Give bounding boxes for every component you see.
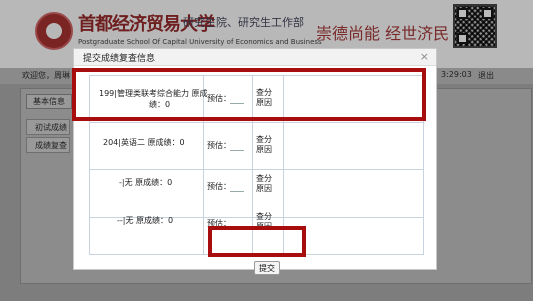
university-english-name: Postgraduate School Of Capital Universit…: [78, 38, 322, 46]
clock-text: 3:29:03: [441, 70, 472, 79]
estimate-input[interactable]: [230, 150, 244, 151]
department-name: 研究生院、研究生工作部: [183, 16, 304, 29]
dialog-header: 提交成绩复查信息 ×: [74, 49, 436, 66]
review-reason-label: 查分: [256, 174, 272, 183]
reason-input[interactable]: [285, 126, 421, 166]
course-cell: -|无 原成绩：0: [119, 178, 173, 187]
logout-link[interactable]: 退出: [478, 70, 494, 81]
university-logo: [35, 12, 73, 50]
tab-basic-info[interactable]: 基本信息: [26, 94, 72, 109]
review-reason-label-cont: 原因: [256, 145, 272, 154]
close-icon[interactable]: ×: [420, 50, 429, 63]
highlight-submit-button: [208, 226, 306, 257]
welcome-text: 欢迎您，周琳: [22, 71, 70, 80]
slogan: 崇德尚能 经世济民: [316, 24, 450, 43]
estimate-label: 预估：: [207, 141, 231, 150]
sidebar-item-initial-scores[interactable]: 初试成绩: [26, 119, 70, 135]
estimate-input[interactable]: [230, 191, 244, 192]
review-reason-label: 查分: [256, 212, 272, 221]
reason-input[interactable]: [285, 173, 421, 213]
sidebar-item-score-review[interactable]: 成绩复查: [26, 137, 70, 153]
review-reason-label: 查分: [256, 135, 272, 144]
course-cell: --|无 原成绩：0: [117, 216, 174, 225]
review-reason-label-cont: 原因: [256, 184, 272, 193]
qr-code-icon: [453, 4, 497, 48]
dialog-title: 提交成绩复查信息: [83, 54, 156, 64]
submit-button[interactable]: 提交: [254, 261, 280, 275]
estimate-label: 预估：: [207, 182, 231, 191]
highlight-first-row: [72, 68, 426, 121]
course-cell: 204|英语二 原成绩：0: [103, 138, 185, 147]
